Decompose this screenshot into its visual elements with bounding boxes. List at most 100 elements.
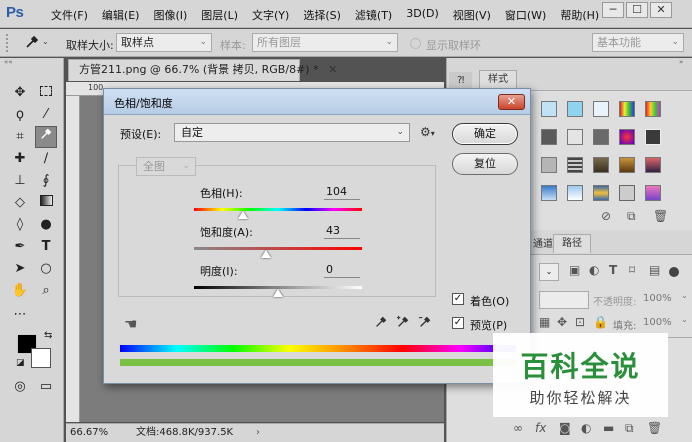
new-group-icon[interactable]: ▬	[603, 421, 614, 435]
preset-select[interactable]: 自定 ⌄	[174, 123, 410, 142]
preset-options-gear-icon[interactable]: ⚙▾	[420, 125, 435, 139]
menu-window[interactable]: 窗口(W)	[498, 7, 553, 23]
menu-type[interactable]: 文字(Y)	[245, 7, 296, 23]
hue-slider-track[interactable]	[194, 208, 362, 211]
style-swatch[interactable]	[541, 101, 557, 117]
crop-tool-icon[interactable]: ⌗	[9, 126, 31, 148]
layer-filter-select[interactable]: ⌄	[539, 263, 559, 281]
swap-colors-icon[interactable]: ⇆	[44, 330, 52, 341]
reset-button[interactable]: 复位	[452, 153, 518, 175]
menu-image[interactable]: 图像(I)	[146, 7, 194, 23]
chevron-right-icon[interactable]: ›	[256, 424, 260, 441]
background-color-swatch[interactable]	[31, 348, 51, 368]
fill-value[interactable]: 100%	[643, 317, 672, 328]
lock-all-icon[interactable]: 🔒	[593, 315, 608, 329]
style-swatch[interactable]	[619, 101, 635, 117]
eyedropper-plus-icon[interactable]	[396, 315, 410, 333]
gradient-tool-icon[interactable]	[35, 192, 57, 214]
more-tools-icon[interactable]: ⋯	[9, 304, 31, 326]
lightness-slider-thumb[interactable]	[273, 289, 283, 297]
dialog-close-button[interactable]: ✕	[498, 94, 525, 110]
workspace-select[interactable]: 基本功能 ⌄	[592, 33, 684, 52]
filter-toggle-icon[interactable]	[669, 267, 679, 277]
pen-tool-icon[interactable]: ✒	[9, 236, 31, 258]
preset-chevron-icon[interactable]: ⌄	[42, 37, 49, 46]
channel-select[interactable]: 全图 ⌄	[136, 157, 196, 176]
saturation-slider-track[interactable]	[194, 247, 362, 250]
menu-select[interactable]: 选择(S)	[296, 7, 348, 23]
tab-paths[interactable]: 路径	[553, 234, 591, 253]
style-swatch[interactable]	[593, 185, 609, 201]
blend-mode-select[interactable]	[539, 291, 589, 309]
add-mask-icon[interactable]: ◙	[559, 421, 571, 435]
show-ring-checkbox[interactable]	[410, 38, 421, 49]
dodge-tool-icon[interactable]: ●	[35, 214, 57, 236]
clear-style-icon[interactable]: ⊘	[601, 209, 611, 223]
menu-file[interactable]: 文件(F)	[44, 7, 95, 23]
style-swatch[interactable]	[645, 185, 661, 201]
close-window-button[interactable]: ✕	[650, 2, 672, 18]
style-swatch[interactable]	[619, 157, 635, 173]
blur-tool-icon[interactable]: ◊	[9, 214, 31, 236]
eyedropper-tool-icon[interactable]	[35, 126, 57, 148]
sample-select[interactable]: 所有图层 ⌄	[252, 33, 398, 52]
type-tool-icon[interactable]: T	[35, 236, 57, 258]
default-colors-icon[interactable]: ◪	[16, 358, 25, 368]
menu-3d[interactable]: 3D(D)	[399, 7, 446, 23]
preview-checkbox[interactable]: ✓	[452, 317, 464, 329]
path-select-tool-icon[interactable]: ➤	[9, 258, 31, 280]
lock-position-icon[interactable]: ✥	[557, 315, 567, 329]
eyedropper-icon[interactable]	[374, 315, 388, 333]
style-swatch[interactable]	[541, 157, 557, 173]
style-swatch[interactable]	[567, 185, 583, 201]
menu-help[interactable]: 帮助(H)	[553, 7, 606, 23]
dialog-titlebar[interactable]: 色相/饱和度 ✕	[104, 89, 530, 115]
brush-tool-icon[interactable]: ∕	[35, 148, 57, 170]
new-layer-icon[interactable]: ⧉	[625, 421, 634, 436]
style-swatch[interactable]	[567, 157, 583, 173]
new-style-icon[interactable]: ⧉	[627, 209, 636, 224]
saturation-slider-thumb[interactable]	[261, 250, 272, 258]
zoom-level[interactable]: 66.67%	[70, 424, 108, 441]
delete-layer-icon[interactable]: 🗑	[647, 421, 662, 435]
toolbox-collapse-icon[interactable]: ««	[0, 58, 64, 66]
magic-wand-tool-icon[interactable]: ⁄	[35, 104, 57, 126]
style-swatch[interactable]	[593, 101, 609, 117]
chevron-down-icon[interactable]: ⌄	[681, 315, 688, 324]
menu-view[interactable]: 视图(V)	[446, 7, 498, 23]
style-swatch[interactable]	[645, 101, 661, 117]
style-swatch[interactable]	[645, 129, 661, 145]
eyedropper-preset-icon[interactable]	[24, 34, 40, 54]
healing-brush-tool-icon[interactable]: ✚	[9, 148, 31, 170]
hue-slider-thumb[interactable]	[237, 211, 248, 219]
screen-mode-icon[interactable]: ▭	[35, 376, 57, 398]
ok-button[interactable]: 确定	[452, 123, 518, 145]
history-brush-tool-icon[interactable]: ∮	[35, 170, 57, 192]
saturation-value-field[interactable]: 43	[324, 223, 360, 239]
lightness-value-field[interactable]: 0	[324, 262, 360, 278]
ellipse-tool-icon[interactable]: ○	[35, 258, 57, 280]
move-tool-icon[interactable]: ✥	[9, 82, 31, 104]
clone-stamp-tool-icon[interactable]: ⊥	[9, 170, 31, 192]
filter-image-icon[interactable]: ▣	[569, 263, 580, 277]
adjustment-layer-icon[interactable]: ◐	[581, 421, 591, 435]
layer-style-icon[interactable]: fx	[535, 421, 546, 435]
filter-type-icon[interactable]: T	[609, 263, 617, 277]
eyedropper-minus-icon[interactable]	[418, 315, 432, 333]
style-swatch[interactable]	[619, 185, 635, 201]
style-swatch[interactable]	[593, 129, 609, 145]
maximize-button[interactable]: ☐	[626, 2, 648, 18]
lock-artboard-icon[interactable]: ⊡	[575, 315, 585, 329]
opacity-value[interactable]: 100%	[643, 293, 672, 304]
zoom-tool-icon[interactable]: ⌕	[35, 280, 57, 302]
style-swatch[interactable]	[567, 129, 583, 145]
style-swatch[interactable]	[541, 129, 557, 145]
lock-pixels-icon[interactable]: ▦	[539, 315, 550, 329]
hue-value-field[interactable]: 104	[324, 184, 360, 200]
style-swatch[interactable]	[541, 185, 557, 201]
style-swatch[interactable]	[645, 157, 661, 173]
on-image-adjust-hand-icon[interactable]: ☚	[124, 315, 137, 333]
style-swatch[interactable]	[593, 157, 609, 173]
chevron-down-icon[interactable]: ⌄	[681, 291, 688, 300]
minimize-button[interactable]: ─	[602, 2, 624, 18]
